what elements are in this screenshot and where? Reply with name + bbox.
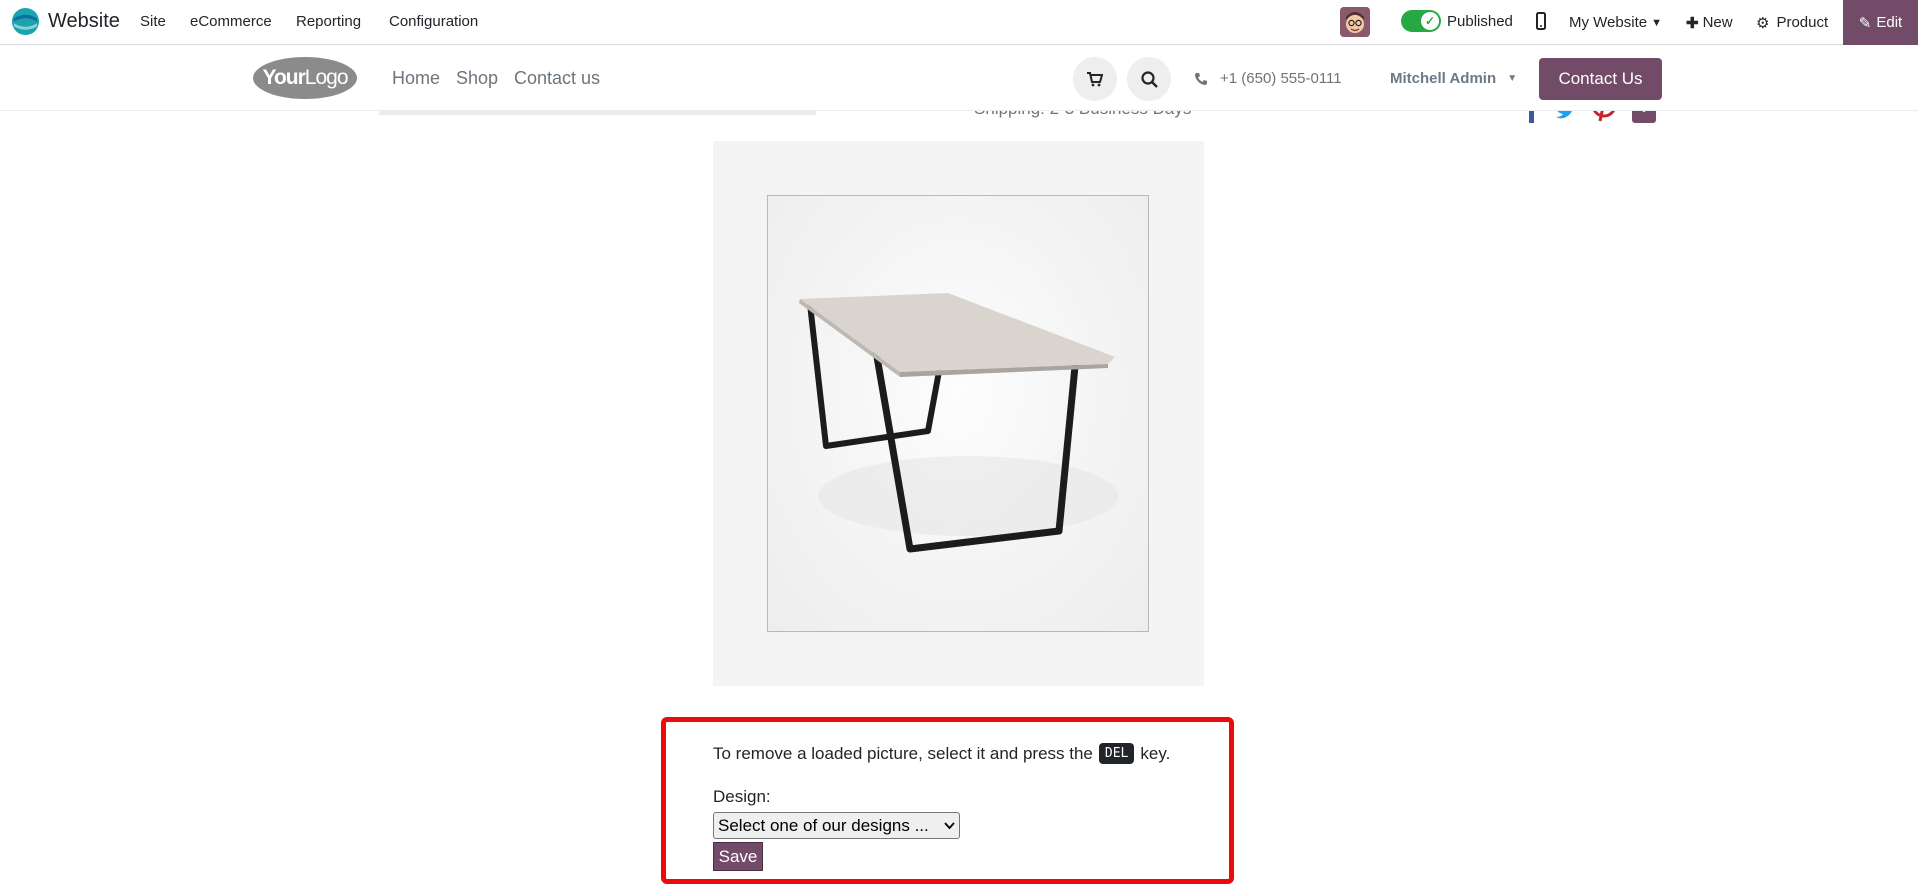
menu-configuration[interactable]: Configuration [389,13,478,30]
save-button[interactable]: Save [713,842,763,871]
nav-shop[interactable]: Shop [456,68,498,89]
nav-home[interactable]: Home [392,68,440,89]
website-switcher-label: My Website [1569,14,1648,31]
gray-strip [379,111,816,115]
search-button[interactable] [1127,57,1171,101]
design-select-value: Select one of our designs ... [718,815,929,835]
published-toggle[interactable]: ✓ [1401,10,1441,32]
gear-icon: ⚙ [1756,14,1770,32]
phone-icon [1195,72,1207,85]
website-switcher[interactable]: My Website ▼ [1569,0,1662,45]
cart-icon [1087,71,1103,86]
user-avatar[interactable] [1340,7,1370,37]
app-brand[interactable]: Website [11,7,120,36]
cart-button[interactable] [1073,57,1117,101]
plus-icon: ✚ [1686,14,1699,32]
pencil-icon: ✎ [1858,14,1872,32]
app-name: Website [48,10,120,32]
phone-link[interactable]: +1 (650) 555-0111 [1194,70,1342,87]
new-button[interactable]: ✚ New [1686,0,1733,45]
product-settings-button[interactable]: ⚙ Product [1756,0,1828,45]
remove-text-after: key. [1140,743,1171,763]
caret-down-icon: ▼ [1507,73,1518,84]
new-label: New [1702,14,1733,31]
remove-text-before: To remove a loaded picture, select it an… [713,743,1093,763]
table-illustration [799,293,1118,553]
menu-reporting[interactable]: Reporting [296,13,361,30]
mobile-preview-icon[interactable] [1536,12,1546,30]
site-logo[interactable]: Your Logo [253,57,357,99]
website-app-icon [11,7,40,36]
odoo-topbar: Website Site eCommerce Reporting Configu… [0,0,1918,45]
user-name: Mitchell Admin [1390,70,1497,87]
phone-number: +1 (650) 555-0111 [1220,70,1342,87]
menu-site[interactable]: Site [140,13,166,30]
published-label[interactable]: Published [1447,13,1513,30]
search-icon [1140,70,1158,88]
edit-label: Edit [1876,14,1903,31]
logo-text: Logo [304,66,349,89]
menu-ecommerce[interactable]: eCommerce [190,13,272,30]
caret-down-icon: ▼ [1651,16,1662,29]
user-menu[interactable]: Mitchell Admin ▼ [1390,70,1517,87]
contact-us-button[interactable]: Contact Us [1539,58,1662,100]
design-select[interactable]: Select one of our designs ... [713,812,960,839]
logo-text-bold: Your [262,66,306,89]
del-key: DEL [1098,743,1135,764]
avatar-face-icon [1340,7,1370,37]
chevron-down-icon [944,821,955,829]
website-header: Your Logo Home Shop Contact us +1 (650) 5… [0,45,1918,111]
remove-picture-hint: To remove a loaded picture, select it an… [713,743,1170,764]
nav-contact-us[interactable]: Contact us [514,68,600,89]
check-icon: ✓ [1421,12,1439,30]
edit-button[interactable]: ✎ Edit [1843,0,1918,45]
product-label: Product [1776,14,1829,31]
product-image[interactable] [767,195,1149,632]
design-label: Design: [713,787,771,806]
